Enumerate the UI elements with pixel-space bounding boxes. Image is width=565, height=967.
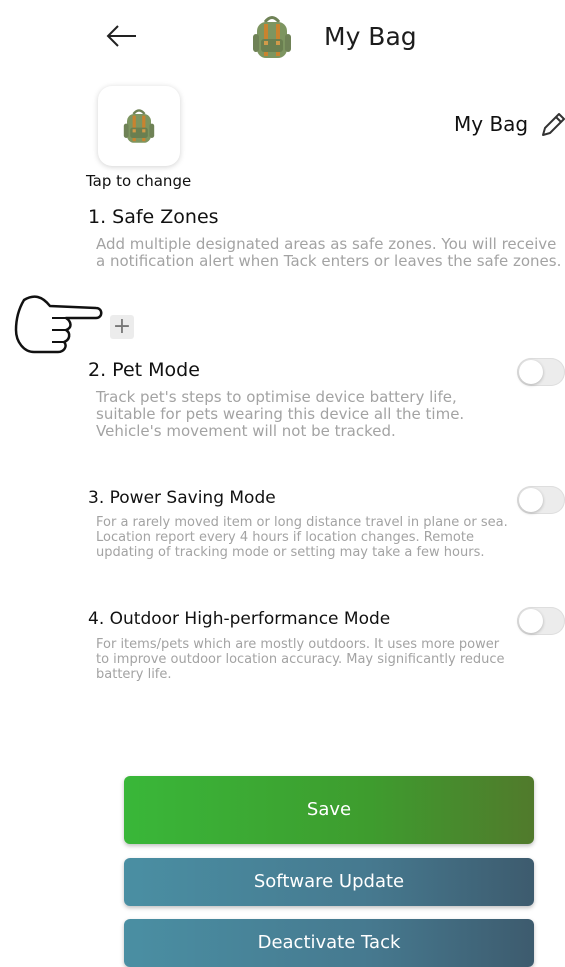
add-safe-zone-button[interactable]: + bbox=[110, 315, 134, 339]
safe-zones-title: 1. Safe Zones bbox=[88, 206, 219, 228]
pencil-icon bbox=[542, 113, 565, 136]
tap-to-change-label[interactable]: Tap to change bbox=[86, 172, 191, 190]
bag-icon-picker[interactable] bbox=[98, 86, 180, 166]
header-bag-icon bbox=[252, 14, 292, 60]
outdoor-mode-description: For items/pets which are mostly outdoors… bbox=[96, 637, 505, 682]
toggle-knob bbox=[519, 360, 543, 384]
arrow-left-icon bbox=[106, 25, 136, 47]
save-button[interactable]: Save bbox=[124, 776, 534, 844]
outdoor-mode-title: 4. Outdoor High-performance Mode bbox=[88, 609, 391, 629]
power-saving-description: For a rarely moved item or long distance… bbox=[96, 515, 508, 560]
pointing-hand-icon bbox=[8, 286, 104, 362]
software-update-button[interactable]: Software Update bbox=[124, 858, 534, 906]
pet-mode-toggle[interactable] bbox=[517, 358, 565, 386]
power-saving-title: 3. Power Saving Mode bbox=[88, 488, 276, 508]
pet-mode-description: Track pet's steps to optimise device bat… bbox=[96, 388, 465, 441]
pet-mode-title: 2. Pet Mode bbox=[88, 359, 200, 381]
toggle-knob bbox=[519, 609, 543, 633]
bag-name: My Bag bbox=[454, 112, 529, 136]
plus-icon: + bbox=[112, 314, 132, 339]
deactivate-tack-button[interactable]: Deactivate Tack bbox=[124, 919, 534, 967]
toggle-knob bbox=[519, 488, 543, 512]
safe-zones-description: Add multiple designated areas as safe zo… bbox=[96, 235, 562, 271]
power-saving-toggle[interactable] bbox=[517, 486, 565, 514]
back-button[interactable] bbox=[100, 20, 140, 52]
outdoor-mode-toggle[interactable] bbox=[517, 607, 565, 635]
page-title: My Bag bbox=[324, 22, 417, 51]
backpack-icon bbox=[253, 16, 291, 58]
backpack-icon bbox=[123, 109, 155, 143]
edit-name-button[interactable] bbox=[538, 110, 565, 138]
